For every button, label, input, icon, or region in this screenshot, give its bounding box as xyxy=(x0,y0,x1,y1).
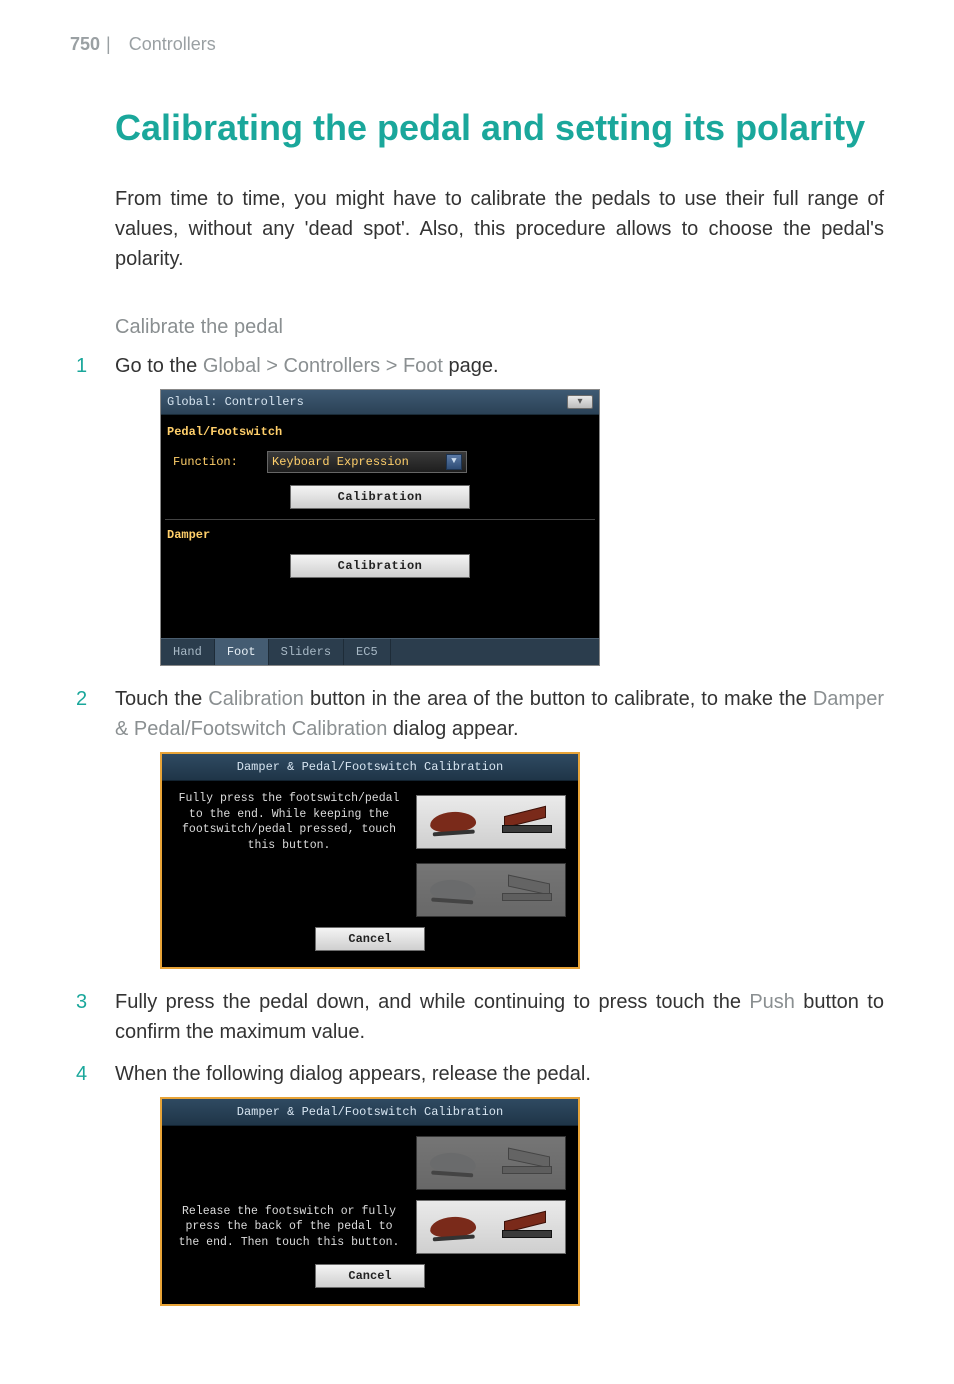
shoe-pressed-icon xyxy=(429,1215,476,1238)
filler xyxy=(163,588,597,632)
cancel-button[interactable]: Cancel xyxy=(315,927,425,951)
release-button-active[interactable] xyxy=(416,1200,566,1254)
pedal-released-icon xyxy=(502,1152,552,1174)
pedal-pressed-icon xyxy=(502,1216,552,1238)
window-body: Pedal/Footswitch Function: Keyboard Expr… xyxy=(161,415,599,638)
push-button-dim xyxy=(416,1136,566,1190)
dialog-row-release-dim xyxy=(174,863,566,917)
dialog-title: Damper & Pedal/Footswitch Calibration xyxy=(162,1099,578,1126)
step-1: Go to the Global > Controllers > Foot pa… xyxy=(70,351,884,666)
step-1-suffix: page. xyxy=(443,355,499,377)
section-pedal-footswitch: Pedal/Footswitch xyxy=(163,417,597,445)
calibration-dialog-press: Damper & Pedal/Footswitch Calibration Fu… xyxy=(160,752,580,969)
step-2-mid: button in the area of the button to cali… xyxy=(304,688,813,710)
step-1-prefix: Go to the xyxy=(115,355,203,377)
document-page: 750 | Controllers Calibrating the pedal … xyxy=(0,0,954,1384)
function-dropdown-value: Keyboard Expression xyxy=(272,453,409,471)
screenshot-2: Damper & Pedal/Footswitch Calibration Fu… xyxy=(160,752,884,969)
global-controllers-window: Global: Controllers ▾ Pedal/Footswitch F… xyxy=(160,389,600,666)
shoe-released-icon xyxy=(429,1151,476,1174)
header-divider: | xyxy=(106,34,111,55)
step-3: Fully press the pedal down, and while co… xyxy=(70,987,884,1047)
tab-sliders[interactable]: Sliders xyxy=(269,639,344,665)
dialog-title: Damper & Pedal/Footswitch Calibration xyxy=(162,754,578,781)
damper-calibration-button[interactable]: Calibration xyxy=(290,554,470,578)
page-header: 750 | Controllers xyxy=(70,34,884,55)
step-2-btn: Calibration xyxy=(208,688,304,710)
intro-paragraph: From time to time, you might have to cal… xyxy=(115,184,884,274)
step-3-prefix: Fully press the pedal down, and while co… xyxy=(115,991,749,1013)
cancel-button[interactable]: Cancel xyxy=(315,1264,425,1288)
page-tabs: Hand Foot Sliders EC5 xyxy=(161,638,599,665)
push-button-pressed[interactable] xyxy=(416,795,566,849)
step-3-btn: Push xyxy=(749,991,795,1013)
dialog-message-press: Fully press the footswitch/pedal to the … xyxy=(174,791,404,853)
window-titlebar: Global: Controllers ▾ xyxy=(161,390,599,415)
release-button-dim xyxy=(416,863,566,917)
window-menu-icon[interactable]: ▾ xyxy=(567,395,593,409)
dialog-row-release: Release the footswitch or fully press th… xyxy=(174,1200,566,1254)
step-2-suffix: dialog appear. xyxy=(387,718,518,740)
dialog-row-press: Fully press the footswitch/pedal to the … xyxy=(174,791,566,853)
section-damper: Damper xyxy=(163,520,597,548)
tab-hand[interactable]: Hand xyxy=(161,639,215,665)
function-label: Function: xyxy=(173,453,253,471)
shoe-released-icon xyxy=(429,878,476,901)
pedal-pressed-icon xyxy=(502,811,552,833)
dialog-body: Release the footswitch or fully press th… xyxy=(162,1126,578,1304)
tab-foot[interactable]: Foot xyxy=(215,639,269,665)
screenshot-3: Damper & Pedal/Footswitch Calibration Re… xyxy=(160,1097,884,1306)
pedal-calibration-button[interactable]: Calibration xyxy=(290,485,470,509)
function-dropdown[interactable]: Keyboard Expression ▼ xyxy=(267,451,467,473)
chevron-down-icon: ▼ xyxy=(446,454,462,470)
dialog-body: Fully press the footswitch/pedal to the … xyxy=(162,781,578,967)
dialog-row-press-dim xyxy=(174,1136,566,1190)
step-1-path: Global > Controllers > Foot xyxy=(203,355,443,377)
page-number: 750 xyxy=(70,34,100,55)
calibration-dialog-release: Damper & Pedal/Footswitch Calibration Re… xyxy=(160,1097,580,1306)
screenshot-1: Global: Controllers ▾ Pedal/Footswitch F… xyxy=(160,389,884,666)
step-2-prefix: Touch the xyxy=(115,688,208,710)
step-4-text: When the following dialog appears, relea… xyxy=(115,1063,591,1085)
procedure-subhead: Calibrate the pedal xyxy=(115,316,884,339)
window-title: Global: Controllers xyxy=(167,393,304,411)
function-row: Function: Keyboard Expression ▼ xyxy=(163,445,597,479)
dialog-message-release: Release the footswitch or fully press th… xyxy=(174,1204,404,1251)
tab-ec5[interactable]: EC5 xyxy=(344,639,391,665)
step-2: Touch the Calibration button in the area… xyxy=(70,684,884,969)
shoe-pressed-icon xyxy=(429,810,476,833)
step-4: When the following dialog appears, relea… xyxy=(70,1059,884,1306)
pedal-released-icon xyxy=(502,879,552,901)
header-section: Controllers xyxy=(129,34,216,55)
page-title: Calibrating the pedal and setting its po… xyxy=(115,105,884,150)
steps-list: Go to the Global > Controllers > Foot pa… xyxy=(70,351,884,1306)
